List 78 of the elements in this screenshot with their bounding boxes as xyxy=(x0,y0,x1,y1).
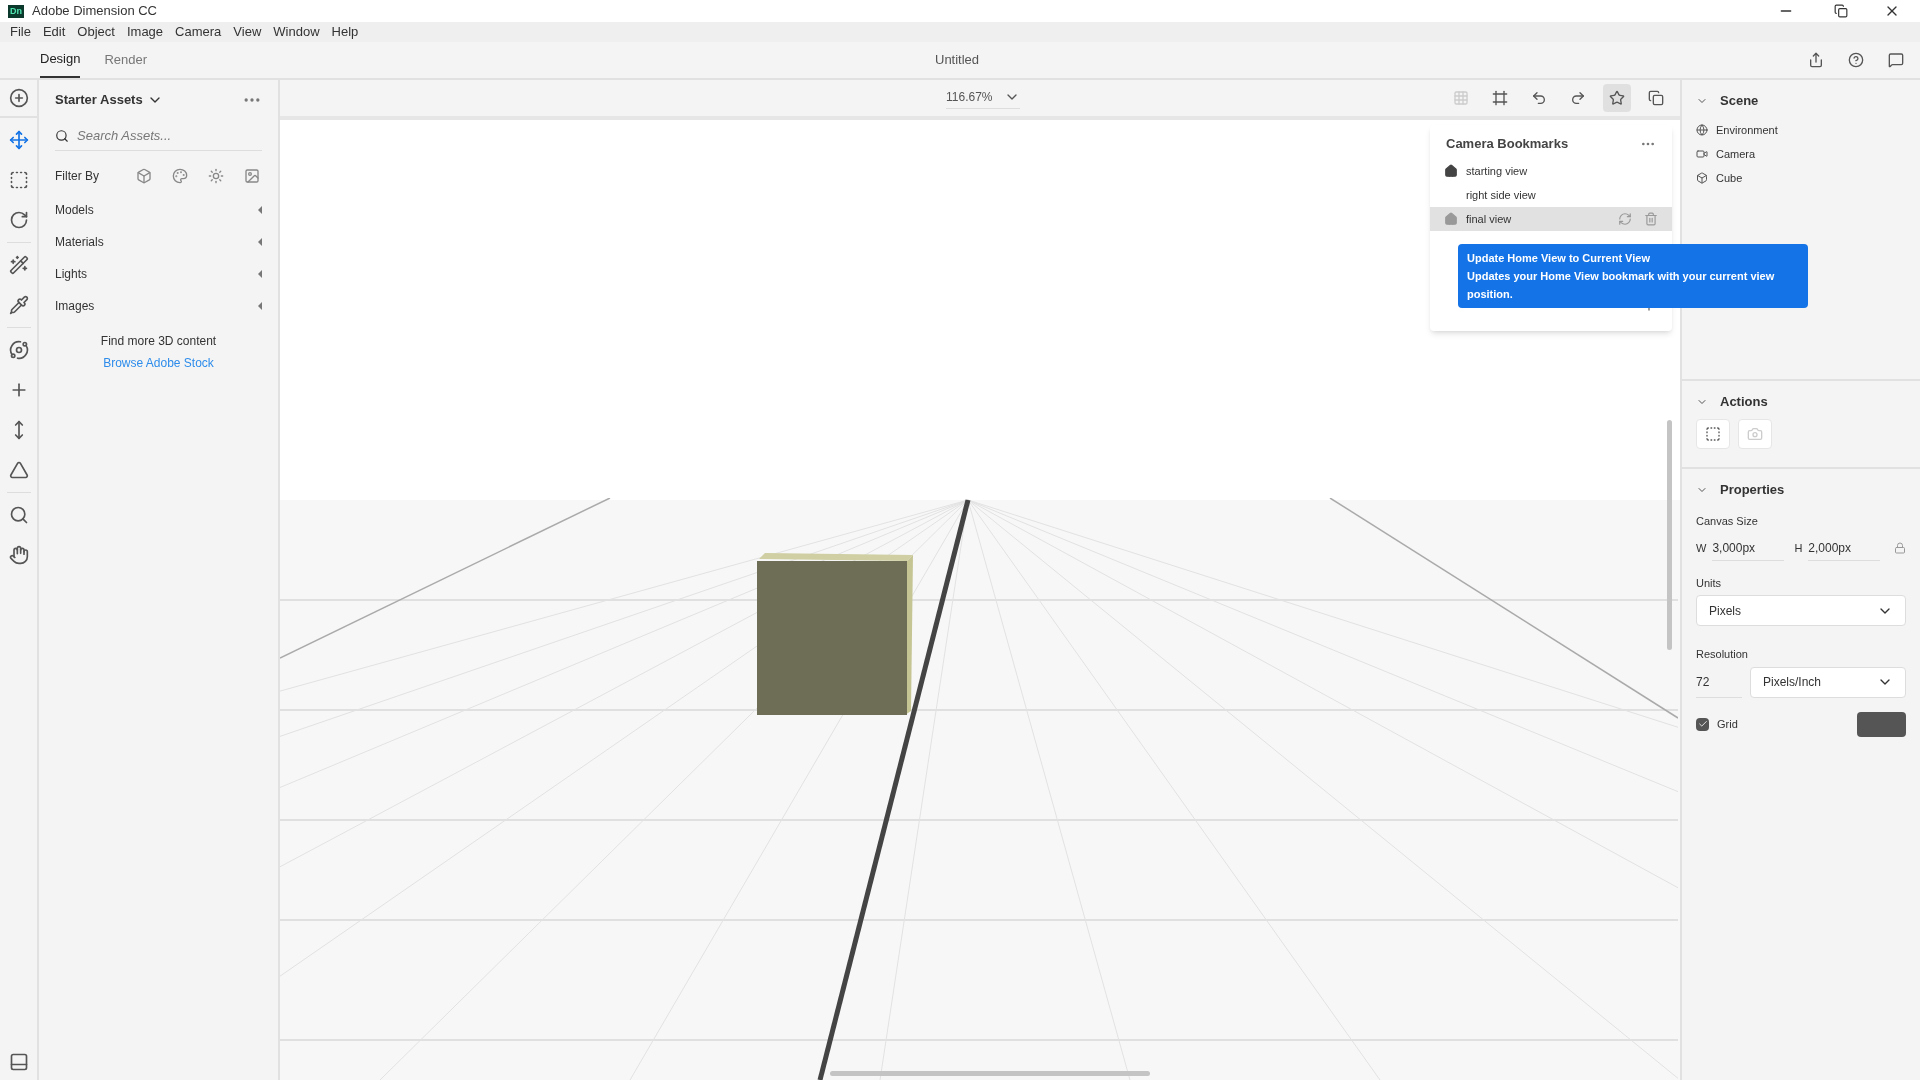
tool-icon[interactable] xyxy=(8,295,29,315)
search-field[interactable]: Search Assets... xyxy=(77,122,257,150)
menu-item[interactable]: Edit xyxy=(36,22,72,42)
collapse-icon xyxy=(258,269,262,278)
panel-icon[interactable] xyxy=(8,1052,29,1072)
grid-label: Grid xyxy=(1717,716,1739,732)
window-title: Adobe Dimension CC xyxy=(32,2,157,21)
tool-icon[interactable] xyxy=(8,170,29,190)
filter-label: Filter By xyxy=(55,167,100,185)
action-button[interactable] xyxy=(1696,419,1730,449)
section-title[interactable]: Properties xyxy=(1720,480,1785,500)
height-field[interactable]: 2,000px xyxy=(1808,535,1881,561)
units-dropdown[interactable]: Pixels xyxy=(1696,595,1906,626)
bookmark-item[interactable]: starting view xyxy=(1430,159,1672,183)
tooltip-text: Updates your Home View bookmark with your current view position. xyxy=(1467,269,1776,302)
restore-icon[interactable] xyxy=(1834,4,1848,18)
document-title: Untitled xyxy=(935,51,980,70)
panel-title[interactable]: Starter Assets xyxy=(55,90,143,110)
search-icon xyxy=(55,128,69,143)
check-icon xyxy=(1697,719,1708,729)
menu-item[interactable]: File xyxy=(4,22,37,42)
width-field[interactable]: 3,000px xyxy=(1712,535,1785,561)
section-title[interactable]: Actions xyxy=(1720,392,1768,412)
filter-icon[interactable] xyxy=(136,167,152,184)
collapse-icon xyxy=(258,301,262,310)
category-row[interactable]: Materials xyxy=(55,225,262,258)
popover-title: Camera Bookmarks xyxy=(1446,135,1570,154)
share-icon[interactable] xyxy=(1808,52,1824,68)
field-label: W xyxy=(1696,540,1707,556)
scene-item[interactable]: Environment xyxy=(1696,118,1906,142)
scene-item-icon xyxy=(1696,124,1708,136)
section-title[interactable]: Scene xyxy=(1720,91,1759,111)
category-row[interactable]: Images xyxy=(55,289,262,322)
menu-item[interactable]: Image xyxy=(120,22,170,42)
menu-item[interactable]: Camera xyxy=(169,22,228,42)
category-row[interactable]: Models xyxy=(55,193,262,226)
field-label: H xyxy=(1794,540,1803,556)
filter-icon[interactable] xyxy=(172,167,188,184)
scene-item-icon xyxy=(1696,172,1708,184)
scene-item[interactable]: Camera xyxy=(1696,142,1906,166)
help-icon[interactable] xyxy=(1848,52,1864,68)
zoom-level[interactable]: 116.67% xyxy=(946,87,993,106)
app-logo: Dn xyxy=(8,4,24,18)
resolution-unit-dropdown[interactable]: Pixels/Inch xyxy=(1750,666,1906,698)
tab[interactable]: Design xyxy=(40,42,81,78)
frame-icon xyxy=(1705,426,1721,442)
tool-icon[interactable] xyxy=(8,505,29,525)
bookmark-item[interactable]: right side view xyxy=(1430,183,1672,207)
camera-tool-button[interactable] xyxy=(1603,84,1631,112)
resolution-field[interactable]: 72 xyxy=(1696,666,1742,698)
tool-icon[interactable] xyxy=(8,210,29,230)
tooltip-title: Update Home View to Current View xyxy=(1467,251,1651,266)
add-icon[interactable] xyxy=(8,88,29,108)
menu-item[interactable]: Object xyxy=(71,22,121,42)
scene-item-icon xyxy=(1696,148,1708,160)
category-row[interactable]: Lights xyxy=(55,257,262,290)
field-label: Units xyxy=(1696,575,1723,591)
lock-icon[interactable] xyxy=(1894,542,1906,554)
menu-item[interactable]: Window xyxy=(267,22,326,42)
tool-icon[interactable] xyxy=(8,460,29,480)
tab[interactable]: Render xyxy=(104,42,148,78)
filter-icon[interactable] xyxy=(208,167,224,184)
menu-item[interactable]: View xyxy=(227,22,268,42)
field-label: Resolution xyxy=(1696,647,1749,662)
more-content-text: Find more 3D content xyxy=(99,332,218,350)
grid-checkbox[interactable] xyxy=(1696,717,1709,731)
tool-icon[interactable] xyxy=(8,545,29,565)
collapse-icon xyxy=(258,205,262,214)
tool-icon[interactable] xyxy=(8,255,29,275)
filter-icon[interactable] xyxy=(244,167,260,184)
scene-item[interactable]: Cube xyxy=(1696,166,1906,190)
menu-item[interactable]: Help xyxy=(325,22,365,42)
collapse-icon xyxy=(258,237,262,246)
field-label: Canvas Size xyxy=(1696,514,1759,529)
grid-color-swatch[interactable] xyxy=(1857,711,1906,737)
tool-icon[interactable] xyxy=(8,340,29,360)
chat-icon[interactable] xyxy=(1888,52,1904,68)
tool-icon[interactable] xyxy=(8,130,29,150)
